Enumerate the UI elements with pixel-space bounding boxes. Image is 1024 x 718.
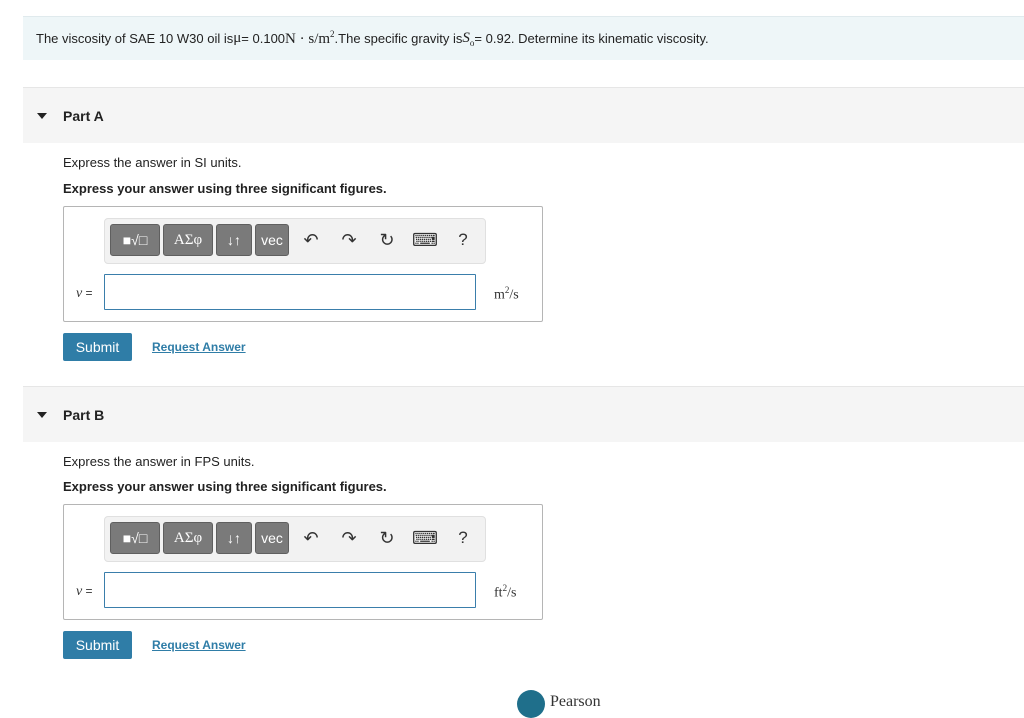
pearson-logo-icon (517, 690, 545, 718)
greek-symbols-button[interactable]: ΑΣφ (163, 224, 213, 256)
redo-icon[interactable]: ↷ (335, 226, 363, 254)
so-letter: S (462, 29, 470, 46)
arrows-button[interactable]: ↓↑ (216, 522, 252, 554)
mu-symbol: μ (233, 30, 242, 46)
vector-button[interactable]: vec (255, 522, 289, 554)
part-a-answer-input[interactable] (104, 274, 476, 310)
problem-suffix: = 0.92. Determine its kinematic viscosit… (474, 31, 709, 46)
keyboard-icon[interactable]: ⌨ (411, 226, 439, 254)
undo-icon[interactable]: ↶ (297, 226, 325, 254)
reset-icon[interactable]: ↻ (373, 226, 401, 254)
part-b-instruction: Express the answer in FPS units. (63, 454, 255, 469)
templates-button[interactable]: ■√□ (110, 224, 160, 256)
nu-equals: = (82, 286, 93, 300)
part-b-answer-box: ■√□ ΑΣφ ↓↑ vec ↶ ↷ ↻ ⌨ ? ν = ft2/s (63, 504, 543, 620)
nu-label: ν = (76, 285, 93, 302)
part-b-answer-input[interactable] (104, 572, 476, 608)
part-b-submit-button[interactable]: Submit (63, 631, 132, 659)
part-a-submit-button[interactable]: Submit (63, 333, 132, 361)
part-b-request-answer-link[interactable]: Request Answer (152, 638, 246, 652)
arrows-icon: ↓↑ (227, 232, 241, 248)
part-a-request-answer-link[interactable]: Request Answer (152, 340, 246, 354)
part-a-instruction: Express the answer in SI units. (63, 155, 242, 170)
arrows-button[interactable]: ↓↑ (216, 224, 252, 256)
pearson-logo-text: Pearson (550, 693, 601, 710)
part-b-instruction-bold: Express your answer using three signific… (63, 479, 387, 494)
mu-value: = 0.100 (241, 31, 286, 46)
problem-middle: .The specific gravity is (334, 31, 463, 46)
part-b-unit: ft2/s (494, 583, 516, 602)
templates-icon: ■√□ (122, 530, 148, 546)
mu-unit: N · s/m2 (285, 29, 335, 48)
problem-prefix: The viscosity of SAE 10 W30 oil is (36, 31, 234, 46)
part-a-answer-box: ■√□ ΑΣφ ↓↑ vec ↶ ↷ ↻ ⌨ ? ν = m2/s (63, 206, 543, 322)
greek-icon: ΑΣφ (173, 231, 203, 248)
vector-button[interactable]: vec (255, 224, 289, 256)
templates-button[interactable]: ■√□ (110, 522, 160, 554)
templates-icon: ■√□ (122, 232, 148, 248)
nu-equals: = (82, 584, 93, 598)
nu-label: ν = (76, 583, 93, 600)
unit-suffix: /s (509, 287, 519, 303)
mu-unit-base: N · s/m (285, 31, 331, 47)
unit-base: m (494, 287, 505, 303)
arrows-icon: ↓↑ (227, 530, 241, 546)
redo-icon[interactable]: ↷ (335, 524, 363, 552)
math-toolbar: ■√□ ΑΣφ ↓↑ vec ↶ ↷ ↻ ⌨ ? (104, 516, 486, 562)
part-b-title: Part B (63, 406, 105, 423)
problem-statement: The viscosity of SAE 10 W30 oil is μ = 0… (23, 16, 1024, 60)
unit-base: ft (494, 585, 503, 601)
part-b-header[interactable]: Part B (23, 386, 1024, 442)
unit-suffix: /s (507, 585, 517, 601)
greek-icon: ΑΣφ (173, 529, 203, 546)
part-a-title: Part A (63, 107, 104, 124)
part-a-unit: m2/s (494, 285, 519, 304)
vec-label: vec (261, 232, 283, 248)
reset-icon[interactable]: ↻ (373, 524, 401, 552)
vec-label: vec (261, 530, 283, 546)
greek-symbols-button[interactable]: ΑΣφ (163, 522, 213, 554)
math-toolbar: ■√□ ΑΣφ ↓↑ vec ↶ ↷ ↻ ⌨ ? (104, 218, 486, 264)
help-icon[interactable]: ? (449, 226, 477, 254)
undo-icon[interactable]: ↶ (297, 524, 325, 552)
so-symbol: So (462, 30, 474, 48)
collapse-caret-icon[interactable] (37, 112, 47, 119)
collapse-caret-icon[interactable] (37, 411, 47, 418)
keyboard-icon[interactable]: ⌨ (411, 524, 439, 552)
part-a-header[interactable]: Part A (23, 87, 1024, 143)
part-a-instruction-bold: Express your answer using three signific… (63, 181, 387, 196)
help-icon[interactable]: ? (449, 524, 477, 552)
